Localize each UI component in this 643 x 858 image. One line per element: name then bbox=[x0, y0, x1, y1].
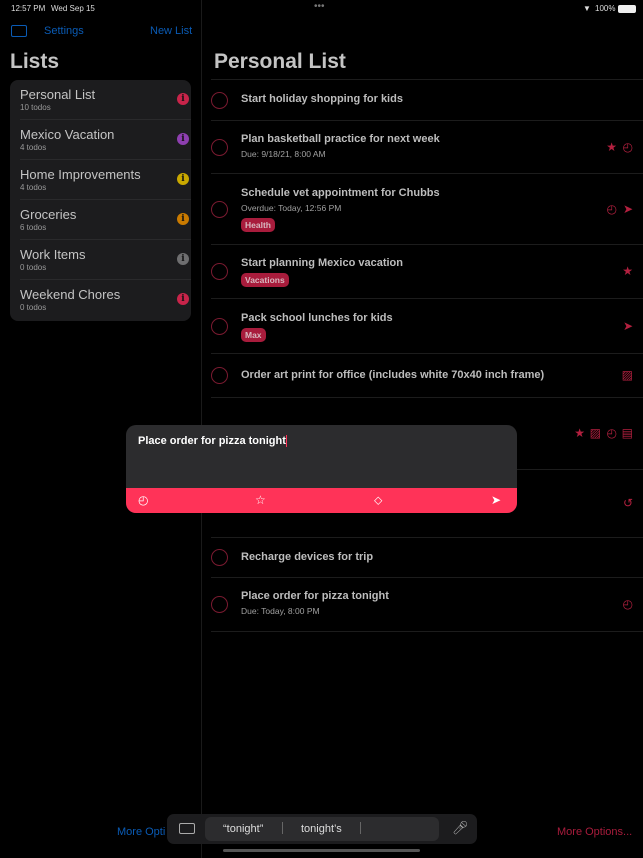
sidebar-more-options[interactable]: More Options... bbox=[117, 826, 165, 838]
list-name: Mexico Vacation bbox=[20, 127, 115, 142]
divider bbox=[282, 822, 283, 834]
todo-due: Due: 9/18/21, 8:00 AM bbox=[241, 148, 326, 159]
todo-title: Schedule vet appointment for Chubbs bbox=[241, 187, 440, 199]
info-icon[interactable]: i bbox=[177, 293, 189, 305]
todo-row[interactable]: Start planning Mexico vacation Vacations ★ bbox=[211, 245, 643, 299]
star-icon: ★ bbox=[622, 264, 633, 278]
list-item[interactable]: Mexico Vacation 4 todos i bbox=[20, 120, 191, 160]
location-icon: ➤ bbox=[622, 318, 633, 333]
todo-row[interactable]: Plan basketball practice for next week Du… bbox=[211, 121, 643, 174]
todo-due: Due: Today, 8:00 PM bbox=[241, 606, 320, 616]
list-item[interactable]: Work Items 0 todos i bbox=[20, 240, 191, 280]
list-count: 4 todos bbox=[20, 183, 47, 192]
list-count: 0 todos bbox=[20, 303, 47, 312]
battery-level: 100% bbox=[595, 4, 616, 13]
list-item[interactable]: Personal List 10 todos i bbox=[20, 80, 191, 120]
status-date: Wed Sep 15 bbox=[51, 4, 95, 13]
keyboard-assistant-bar: “tonight” tonight’s 🎤︎ bbox=[167, 814, 477, 844]
lists-title: Lists bbox=[10, 50, 60, 73]
clock-icon: ◴ bbox=[606, 201, 617, 216]
sidebar-toggle-icon[interactable] bbox=[11, 25, 27, 37]
complete-checkbox[interactable] bbox=[211, 367, 228, 384]
todo-tag[interactable]: Health bbox=[241, 218, 275, 232]
wifi-icon: ▼ bbox=[583, 4, 591, 13]
todo-title: Recharge devices for trip bbox=[241, 550, 374, 563]
image-icon: ▨ bbox=[589, 426, 601, 440]
list-count: 10 todos bbox=[20, 103, 51, 112]
battery-icon bbox=[618, 5, 636, 13]
todo-title: Plan basketball practice for next week bbox=[241, 132, 440, 145]
complete-checkbox[interactable] bbox=[211, 91, 228, 109]
main-more-options[interactable]: More Options... bbox=[557, 826, 632, 838]
multitask-dots[interactable]: ••• bbox=[314, 1, 325, 12]
complete-checkbox[interactable] bbox=[211, 549, 228, 566]
quick-add-popup: Place order for pizza tonight ◴ ☆ ⬦ ➤ bbox=[126, 425, 517, 513]
todo-title: Place order for pizza tonight bbox=[241, 590, 389, 602]
todo-row[interactable]: Pack school lunches for kids Max ➤ bbox=[211, 299, 643, 354]
todo-due: Overdue: Today, 12:56 PM bbox=[241, 203, 342, 213]
suggestion[interactable]: tonight’s bbox=[301, 823, 342, 835]
page-title: Personal List bbox=[214, 50, 346, 73]
list-item[interactable]: Groceries 6 todos i bbox=[20, 200, 191, 240]
todo-row[interactable]: Order art print for office (includes whi… bbox=[211, 354, 643, 398]
clock-icon: ◴ bbox=[622, 597, 633, 611]
info-icon[interactable]: i bbox=[177, 133, 189, 145]
list-item[interactable]: Weekend Chores 0 todos i bbox=[20, 280, 191, 320]
info-icon[interactable]: i bbox=[177, 253, 189, 265]
info-icon[interactable]: i bbox=[177, 93, 189, 105]
location-icon[interactable]: ➤ bbox=[491, 493, 501, 507]
keyboard-icon[interactable] bbox=[179, 823, 195, 834]
complete-checkbox[interactable] bbox=[211, 200, 228, 218]
list-count: 6 todos bbox=[20, 223, 47, 232]
todo-row[interactable]: Recharge devices for trip bbox=[211, 538, 643, 578]
todo-title: Order art print for office (includes whi… bbox=[241, 368, 545, 381]
star-icon[interactable]: ☆ bbox=[255, 493, 266, 507]
complete-checkbox[interactable] bbox=[211, 317, 228, 335]
note-icon: ▤ bbox=[621, 426, 633, 440]
clock-icon: ◴ bbox=[606, 426, 617, 440]
suggestions-bar: “tonight” tonight’s bbox=[205, 817, 439, 841]
home-indicator bbox=[223, 849, 420, 852]
star-icon: ★ bbox=[606, 139, 617, 154]
lists-card: Personal List 10 todos i Mexico Vacation 4 t… bbox=[10, 80, 191, 321]
todo-tag[interactable]: Vacations bbox=[241, 273, 289, 287]
microphone-icon[interactable]: 🎤︎ bbox=[452, 820, 469, 836]
quick-add-input[interactable]: Place order for pizza tonight bbox=[138, 435, 287, 448]
clock-icon[interactable]: ◴ bbox=[138, 493, 148, 507]
history-icon: ↺ bbox=[622, 496, 633, 510]
complete-checkbox[interactable] bbox=[211, 596, 228, 613]
image-icon: ▨ bbox=[621, 368, 633, 382]
list-name: Weekend Chores bbox=[20, 287, 121, 302]
list-name: Groceries bbox=[20, 207, 77, 222]
list-name: Personal List bbox=[20, 87, 96, 102]
list-name: Work Items bbox=[20, 247, 86, 262]
star-icon: ★ bbox=[574, 426, 585, 440]
todo-row[interactable]: Place order for pizza tonight Due: Today,… bbox=[211, 578, 643, 632]
todo-title: Start holiday shopping for kids bbox=[241, 93, 403, 105]
todo-row[interactable]: Start holiday shopping for kids bbox=[211, 80, 643, 121]
list-count: 0 todos bbox=[20, 263, 47, 272]
status-time: 12:57 PM bbox=[11, 4, 46, 13]
location-icon: ➤ bbox=[622, 201, 633, 216]
todo-title: Start planning Mexico vacation bbox=[241, 257, 403, 269]
list-item[interactable]: Home Improvements 4 todos i bbox=[20, 160, 191, 200]
complete-checkbox[interactable] bbox=[211, 138, 228, 156]
quick-add-text: Place order for pizza tonight bbox=[138, 435, 286, 447]
todo-tag[interactable]: Max bbox=[241, 327, 266, 342]
list-name: Home Improvements bbox=[20, 167, 141, 182]
info-icon[interactable]: i bbox=[177, 213, 189, 225]
tag-icon[interactable]: ⬦ bbox=[374, 493, 382, 508]
quick-add-toolbar: ◴ ☆ ⬦ ➤ bbox=[126, 488, 517, 513]
todo-title: Pack school lunches for kids bbox=[241, 311, 393, 324]
suggestion[interactable]: “tonight” bbox=[223, 823, 263, 835]
complete-checkbox[interactable] bbox=[211, 263, 228, 280]
info-icon[interactable]: i bbox=[177, 173, 189, 185]
clock-icon: ◴ bbox=[622, 139, 633, 154]
todo-row[interactable]: Schedule vet appointment for Chubbs Overd… bbox=[211, 174, 643, 245]
list-count: 4 todos bbox=[20, 143, 47, 152]
text-cursor bbox=[285, 435, 287, 448]
divider bbox=[360, 822, 361, 834]
settings-button[interactable]: Settings bbox=[44, 25, 84, 37]
new-list-button[interactable]: New List bbox=[150, 25, 192, 37]
